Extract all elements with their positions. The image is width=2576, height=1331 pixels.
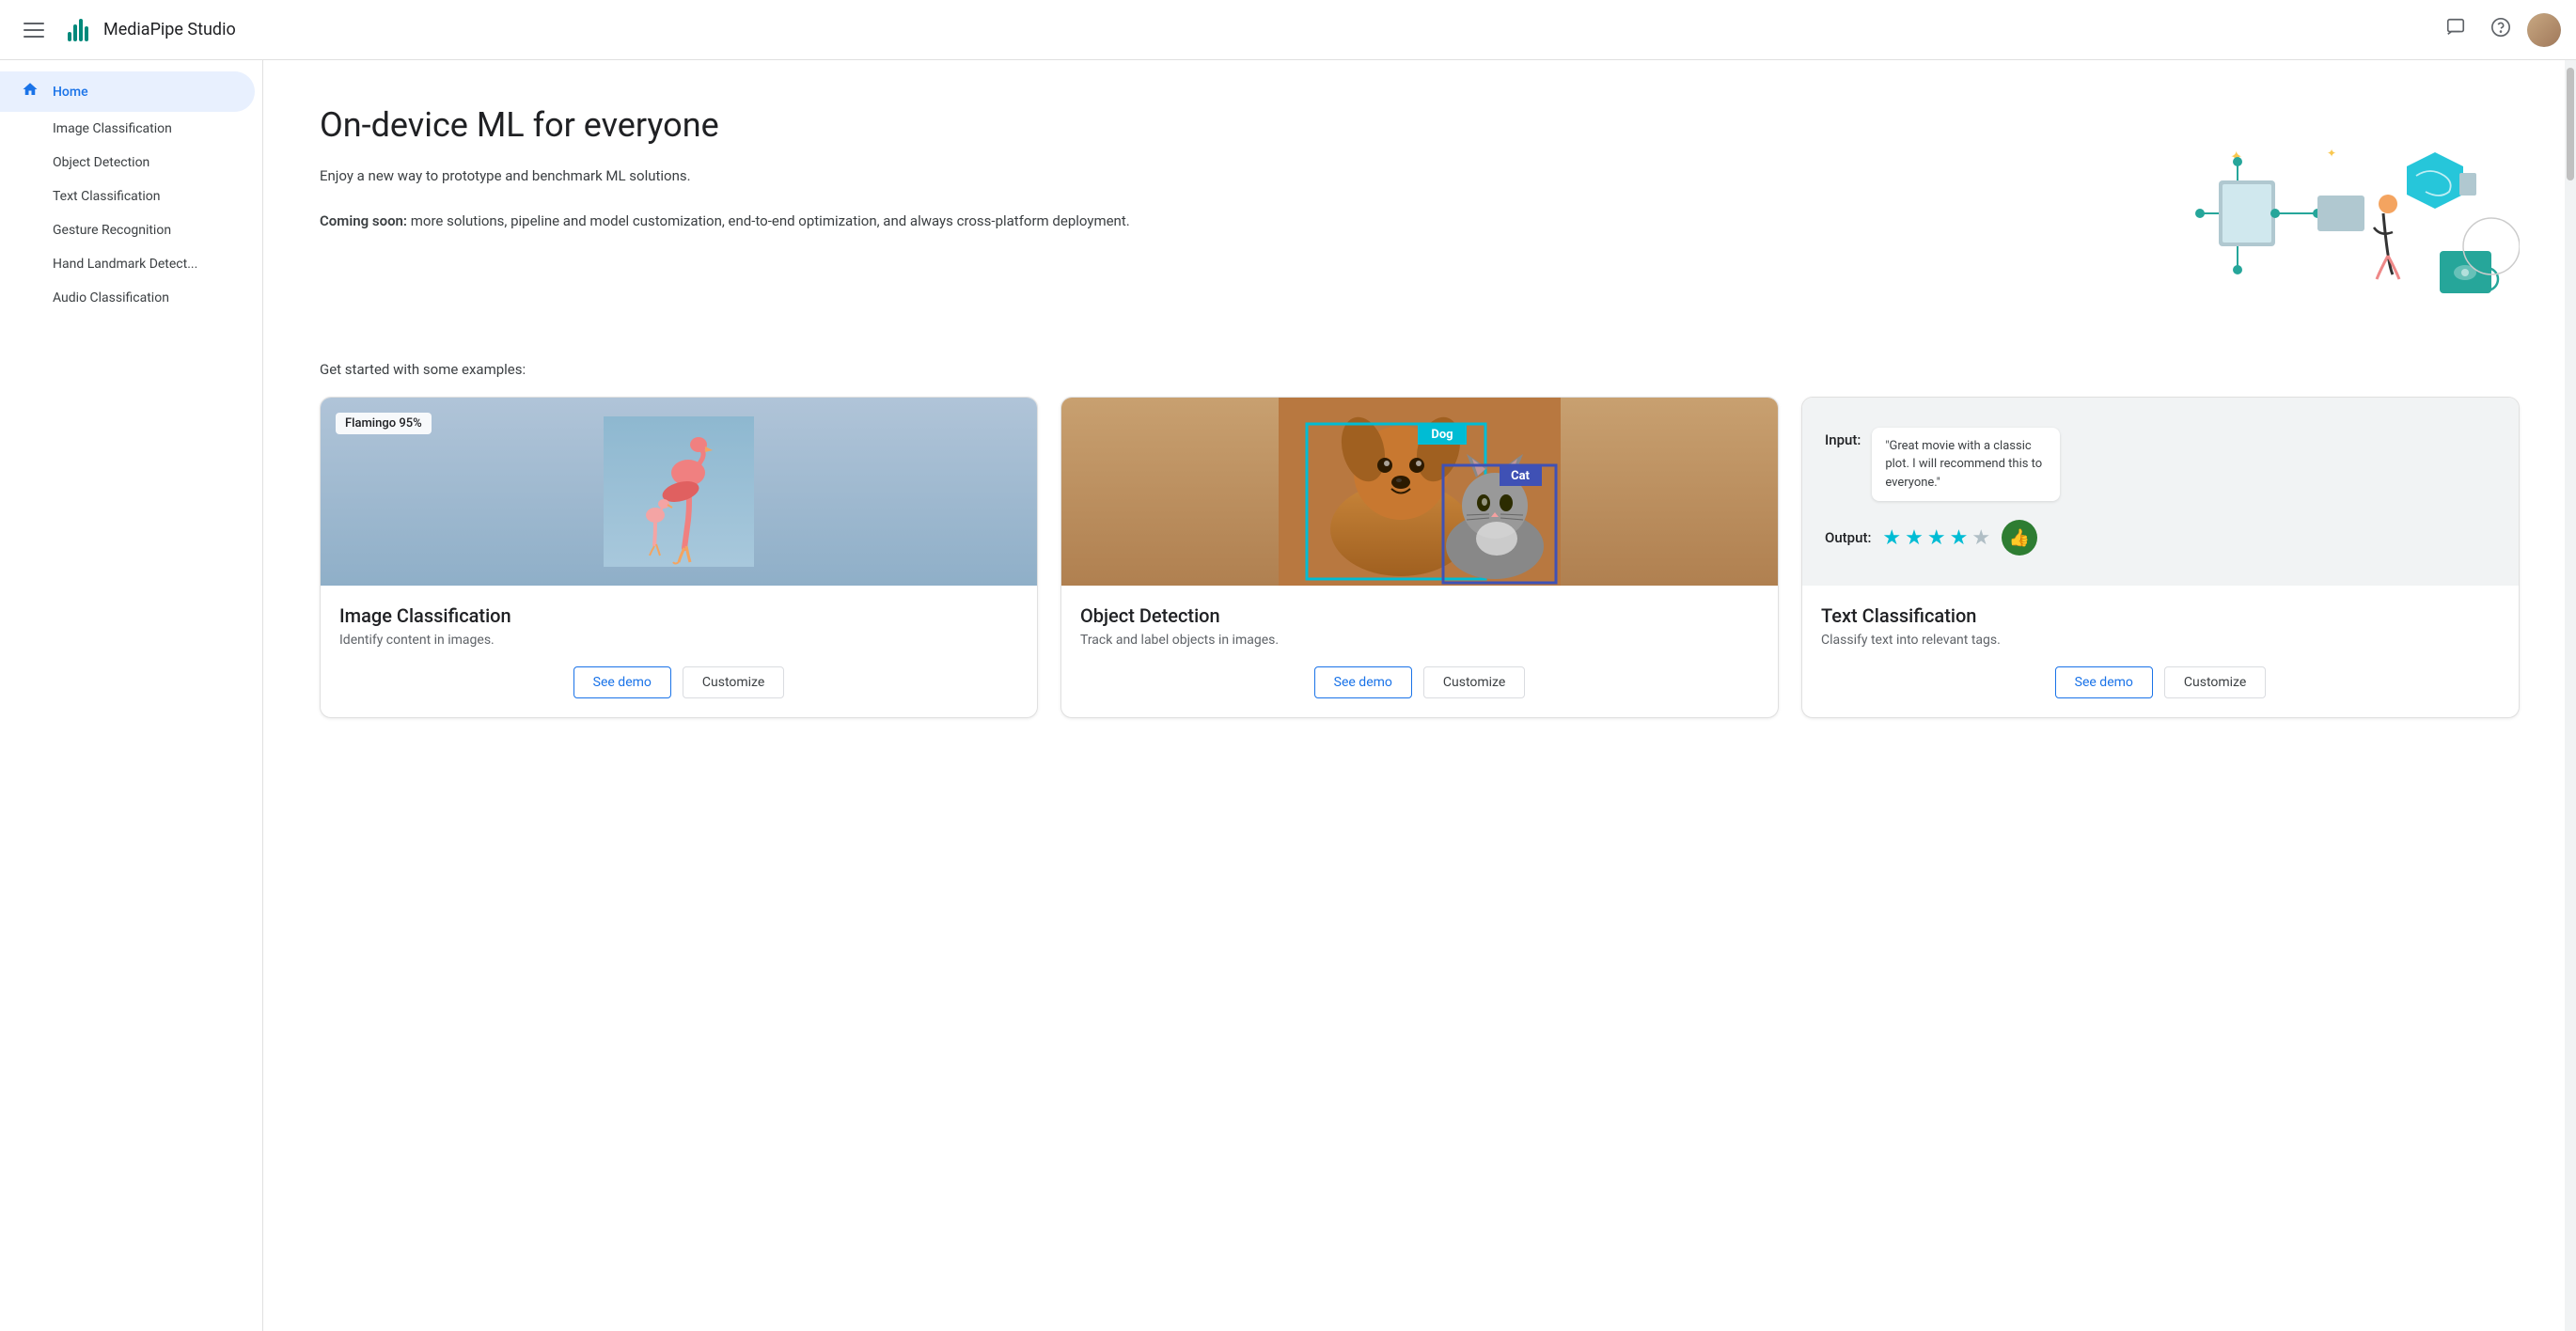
feedback-button[interactable] xyxy=(2437,11,2474,49)
scrollbar[interactable] xyxy=(2565,60,2576,1331)
card-title-image-classification: Image Classification xyxy=(339,604,1018,627)
card-desc-object-detection: Track and label objects in images. xyxy=(1080,633,1759,648)
star-1: ★ xyxy=(1882,526,1901,550)
text-input-row: Input: "Great movie with a classic plot.… xyxy=(1825,428,2060,502)
examples-label: Get started with some examples: xyxy=(320,361,2520,378)
card-title-text-classification: Text Classification xyxy=(1821,604,2500,627)
hero-title: On-device ML for everyone xyxy=(320,105,2125,146)
star-rating: ★ ★ ★ ★ ★ xyxy=(1882,526,1990,550)
coming-soon-text: more solutions, pipeline and model custo… xyxy=(407,212,1130,229)
sidebar-item-object-detection[interactable]: Object Detection xyxy=(0,146,255,180)
card-actions-text-classification: See demo Customize xyxy=(1821,666,2500,698)
app-title: MediaPipe Studio xyxy=(103,20,236,39)
card-info-text-classification: Text Classification Classify text into r… xyxy=(1802,586,2519,717)
card-title-object-detection: Object Detection xyxy=(1080,604,1759,627)
sidebar-item-home[interactable]: Home xyxy=(0,71,255,112)
object-detection-illustration: Dog xyxy=(1061,398,1778,586)
hero-illustration: ✦ ✦ xyxy=(2162,105,2520,316)
flamingo-badge: Flamingo 95% xyxy=(336,413,432,434)
home-icon xyxy=(19,81,41,102)
text-input-bubble: "Great movie with a classic plot. I will… xyxy=(1872,428,2060,502)
avatar-image xyxy=(2527,13,2561,47)
help-icon xyxy=(2490,17,2511,43)
illustration-svg: ✦ ✦ xyxy=(2162,105,2520,312)
sidebar-item-hand-landmark[interactable]: Hand Landmark Detect... xyxy=(0,247,255,281)
card-image-area-image-classification: Flamingo 95% xyxy=(321,398,1037,586)
hero-coming-soon: Coming soon: more solutions, pipeline an… xyxy=(320,210,2125,232)
svg-text:Dog: Dog xyxy=(1431,428,1453,442)
hero-text: On-device ML for everyone Enjoy a new wa… xyxy=(320,105,2125,255)
text-output-row: Output: ★ ★ ★ ★ ★ 👍 xyxy=(1825,520,2037,556)
svg-text:Cat: Cat xyxy=(1511,469,1530,483)
sidebar-item-image-classification-label: Image Classification xyxy=(53,121,172,136)
help-button[interactable] xyxy=(2482,11,2520,49)
hero-section: On-device ML for everyone Enjoy a new wa… xyxy=(320,105,2520,316)
card-image-classification: Flamingo 95% xyxy=(320,397,1038,718)
user-avatar[interactable] xyxy=(2527,13,2561,47)
card-desc-image-classification: Identify content in images. xyxy=(339,633,1018,648)
sidebar-item-audio-classification[interactable]: Audio Classification xyxy=(0,281,255,315)
star-3: ★ xyxy=(1927,526,1946,550)
card-actions-image-classification: See demo Customize xyxy=(339,666,1018,698)
hamburger-menu-button[interactable] xyxy=(15,11,53,49)
text-output-label: Output: xyxy=(1825,529,1871,546)
cards-row: Flamingo 95% xyxy=(320,397,2520,718)
star-5: ★ xyxy=(1971,526,1990,550)
flamingo-illustration xyxy=(604,416,754,567)
app-header: MediaPipe Studio xyxy=(0,0,2576,60)
sidebar-item-gesture-recognition-label: Gesture Recognition xyxy=(53,223,171,238)
main-content: On-device ML for everyone Enjoy a new wa… xyxy=(263,60,2576,1331)
sidebar-item-home-label: Home xyxy=(53,85,88,100)
customize-button-image-classification[interactable]: Customize xyxy=(683,666,784,698)
card-text-classification: Input: "Great movie with a classic plot.… xyxy=(1801,397,2520,718)
card-object-detection: Dog xyxy=(1060,397,1779,718)
card-desc-text-classification: Classify text into relevant tags. xyxy=(1821,633,2500,648)
page-layout: Home Image Classification Object Detecti… xyxy=(0,0,2576,1331)
sidebar-item-audio-classification-label: Audio Classification xyxy=(53,290,169,305)
hamburger-icon xyxy=(16,15,52,45)
card-image-area-object-detection: Dog xyxy=(1061,398,1778,586)
hero-subtitle: Enjoy a new way to prototype and benchma… xyxy=(320,164,2125,187)
sidebar-item-hand-landmark-label: Hand Landmark Detect... xyxy=(53,257,197,272)
card-image-area-text-classification: Input: "Great movie with a classic plot.… xyxy=(1802,398,2519,586)
scrollbar-thumb[interactable] xyxy=(2567,68,2574,180)
see-demo-button-text-classification[interactable]: See demo xyxy=(2055,666,2153,698)
card-info-object-detection: Object Detection Track and label objects… xyxy=(1061,586,1778,717)
sidebar-item-object-detection-label: Object Detection xyxy=(53,155,149,170)
customize-button-object-detection[interactable]: Customize xyxy=(1423,666,1525,698)
sidebar-item-gesture-recognition[interactable]: Gesture Recognition xyxy=(0,213,255,247)
coming-soon-label: Coming soon: xyxy=(320,212,407,229)
hero-subtitle-normal: Enjoy a new way to prototype and benchma… xyxy=(320,167,691,184)
card-actions-object-detection: See demo Customize xyxy=(1080,666,1759,698)
thumbs-up-icon: 👍 xyxy=(2002,520,2037,556)
sidebar-item-image-classification[interactable]: Image Classification xyxy=(0,112,255,146)
svg-text:✦: ✦ xyxy=(2327,147,2336,160)
customize-button-text-classification[interactable]: Customize xyxy=(2164,666,2266,698)
feedback-icon xyxy=(2445,17,2466,43)
see-demo-button-object-detection[interactable]: See demo xyxy=(1314,666,1412,698)
card-info-image-classification: Image Classification Identify content in… xyxy=(321,586,1037,717)
sidebar-item-text-classification-label: Text Classification xyxy=(53,189,161,204)
star-2: ★ xyxy=(1905,526,1924,550)
sidebar-item-text-classification[interactable]: Text Classification xyxy=(0,180,255,213)
sidebar: Home Image Classification Object Detecti… xyxy=(0,60,263,1331)
text-input-label: Input: xyxy=(1825,428,1861,448)
logo-icon xyxy=(68,19,88,41)
see-demo-button-image-classification[interactable]: See demo xyxy=(573,666,671,698)
star-4: ★ xyxy=(1950,526,1969,550)
